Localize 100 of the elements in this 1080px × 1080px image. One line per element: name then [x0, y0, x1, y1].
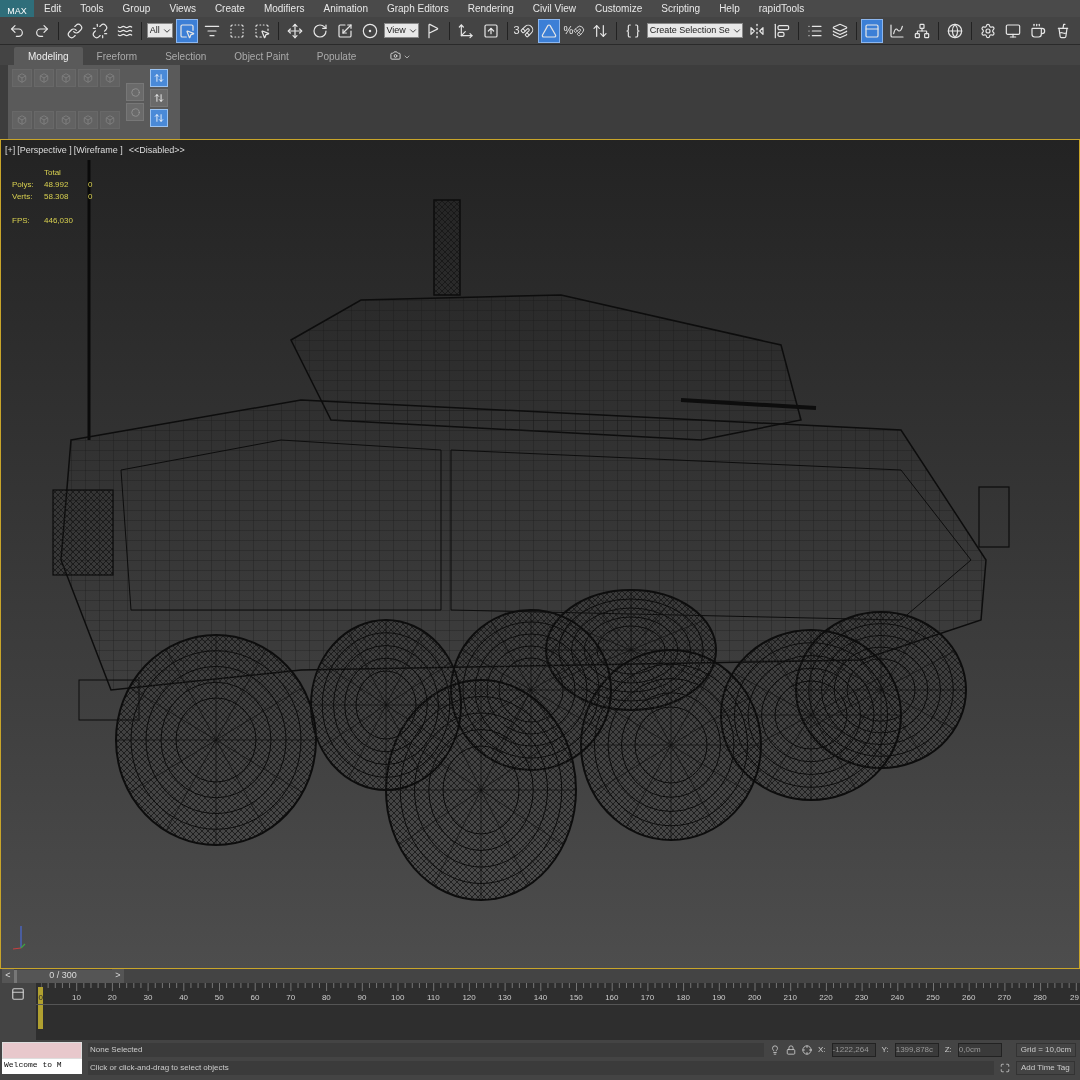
arrow-up-box-icon — [482, 22, 499, 39]
frame-label: 220 — [818, 992, 834, 1004]
arrows-icon — [154, 93, 164, 103]
chevron-down-icon[interactable] — [403, 53, 412, 61]
frame-label: 240 — [889, 992, 905, 1004]
previous-frame-button[interactable]: < — [2, 969, 14, 983]
frame-counter: 0 / 300 — [49, 969, 77, 983]
braces-icon — [624, 22, 641, 39]
frame-label: 160 — [604, 992, 620, 1004]
stats-label: Verts: — [12, 191, 34, 203]
toolbar-button[interactable]: 3 — [512, 18, 535, 43]
box-icon — [61, 73, 71, 83]
stats-value: 446,030 — [44, 215, 73, 227]
stats-label: Polys: — [12, 179, 35, 191]
rotate-icon — [311, 22, 328, 39]
circle-icon — [130, 87, 140, 97]
ribbon-tab[interactable]: Object Paint — [220, 47, 303, 65]
unlink-icon — [91, 22, 108, 39]
toolbar-button[interactable]: % — [562, 18, 586, 43]
arrows-icon — [154, 73, 164, 83]
menu-item[interactable]: Scripting — [661, 1, 701, 16]
x-coordinate-field[interactable]: -1222,264 — [831, 1043, 876, 1057]
frame-label: 110 — [426, 992, 441, 1004]
magnet-icon — [519, 22, 534, 39]
viewport-label[interactable]: [+] — [5, 144, 16, 158]
listener-input[interactable] — [2, 1042, 82, 1059]
menu-item[interactable]: Tools — [80, 1, 104, 16]
listener-output[interactable]: Welcome to M — [2, 1059, 82, 1074]
spinner-icon — [591, 22, 608, 39]
curve-icon — [889, 22, 906, 39]
time-slider-thumb[interactable] — [14, 969, 17, 983]
frame-label: 20 — [106, 992, 118, 1004]
viewport-label[interactable]: [Wireframe ] — [73, 144, 123, 158]
curve-editor-icon[interactable] — [11, 987, 25, 1001]
toolbar-button[interactable] — [861, 18, 884, 43]
menu-item[interactable]: Customize — [595, 1, 643, 16]
crosshair-icon[interactable] — [802, 1045, 812, 1055]
box-icon — [105, 115, 115, 125]
network-icon — [914, 22, 931, 39]
ribbon-tab[interactable]: Freeform — [82, 47, 152, 65]
viewport-label[interactable]: [Perspective ] — [17, 144, 72, 158]
viewport-label[interactable]: <<Disabled>> — [128, 144, 185, 158]
dropdown[interactable]: Create Selection Se — [646, 23, 743, 38]
ribbon-tab[interactable]: Selection — [151, 47, 221, 65]
frame-label: 0 — [37, 992, 45, 1004]
panel-icon — [864, 22, 881, 39]
angle-icon — [540, 22, 557, 39]
stats-value: 0 — [88, 191, 93, 203]
frame-label: 29 — [1068, 992, 1079, 1004]
frame-label: 30 — [142, 992, 154, 1004]
box-icon — [61, 115, 71, 125]
menu-item[interactable]: Graph Editors — [386, 1, 449, 16]
coordinate-label: X: — [818, 1044, 826, 1056]
menu-item[interactable]: Views — [169, 1, 196, 16]
dashed-square-cursor-icon — [253, 22, 270, 39]
frame-label: 260 — [961, 992, 977, 1004]
camera-icon[interactable] — [390, 50, 402, 61]
link-icon — [66, 22, 83, 39]
settings-icon — [980, 22, 996, 39]
add-time-tag-button[interactable]: Add Time Tag — [1016, 1061, 1075, 1075]
lock-icon[interactable] — [786, 1045, 796, 1055]
menu-item[interactable]: Rendering — [467, 1, 514, 16]
frame-label: 230 — [853, 992, 870, 1004]
lightbulb-icon[interactable] — [770, 1045, 780, 1055]
toolbar-button[interactable] — [537, 18, 560, 43]
toolbar-button[interactable] — [175, 18, 198, 43]
selection-status: None Selected — [88, 1043, 764, 1057]
menu-item[interactable]: Help — [719, 1, 740, 16]
ribbon-tab[interactable]: Modeling — [14, 47, 83, 65]
menu-item[interactable]: Edit — [44, 1, 62, 16]
menu-item[interactable]: Group — [122, 1, 151, 16]
dropdown[interactable]: View — [383, 23, 419, 38]
frame-label: 210 — [782, 992, 798, 1004]
menu-item[interactable]: Modifiers — [263, 1, 305, 16]
stats-label: FPS: — [12, 215, 31, 227]
stats-header: Total — [44, 167, 61, 179]
z-coordinate-field[interactable]: 0,0cm — [957, 1043, 1002, 1057]
menu-item[interactable]: Animation — [323, 1, 368, 16]
next-frame-button[interactable]: > — [112, 969, 124, 983]
viewport[interactable]: [+] [Perspective ] [Wireframe ] <<Disabled>> Total Polys: 48.992 0 Verts: 58.308 0 FPS: 446,030 — [0, 140, 1080, 968]
cursor-box-icon — [178, 22, 195, 39]
move-icon — [286, 22, 303, 39]
maximize-icon[interactable] — [1000, 1063, 1010, 1073]
frame-label: 150 — [568, 992, 584, 1004]
redo-icon — [34, 22, 50, 39]
dropdown[interactable]: All — [146, 23, 173, 38]
ribbon-tab[interactable]: Populate — [302, 47, 371, 65]
menu-item[interactable]: rapidTools — [758, 1, 805, 16]
menu-item[interactable]: Create — [214, 1, 245, 16]
frame-label: 70 — [285, 992, 297, 1004]
frame-label: 60 — [249, 992, 261, 1004]
mirror-icon — [748, 22, 765, 39]
box-icon — [39, 115, 49, 125]
menu-item[interactable]: Civil View — [532, 1, 576, 16]
y-coordinate-field[interactable]: 1399,878c — [894, 1043, 939, 1057]
app-logo[interactable]: MAX — [0, 0, 34, 17]
time-slider-track[interactable]: 0 / 300 — [14, 969, 112, 983]
frame-label: 200 — [746, 992, 763, 1004]
time-marker[interactable] — [38, 987, 43, 1029]
ribbon-tool-button[interactable] — [150, 89, 168, 107]
